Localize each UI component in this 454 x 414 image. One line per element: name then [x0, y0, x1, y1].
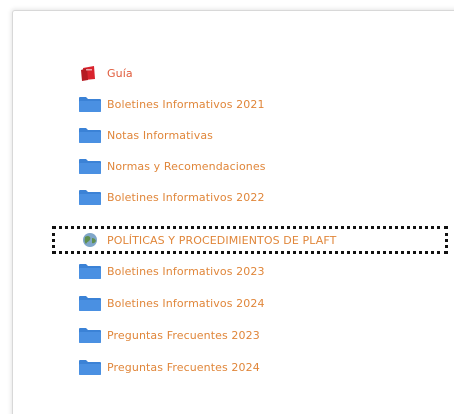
list-item-label: Boletines Informativos 2023: [107, 264, 265, 278]
list-item-boletines-2023[interactable]: Boletines Informativos 2023: [78, 261, 265, 281]
list-item-politicas-plaft[interactable]: POLÍTICAS Y PROCEDIMIENTOS DE PLAFT: [78, 230, 336, 250]
folder-icon: [78, 262, 102, 280]
list-item-notas-informativas[interactable]: Notas Informativas: [78, 125, 213, 145]
folder-icon: [78, 188, 102, 206]
folder-icon: [78, 326, 102, 344]
list-item-preguntas-2024[interactable]: Preguntas Frecuentes 2024: [78, 357, 260, 377]
list-item-label: Preguntas Frecuentes 2023: [107, 328, 260, 342]
list-item-label: Boletines Informativos 2022: [107, 190, 265, 204]
list-item-label: Notas Informativas: [107, 128, 213, 142]
list-item-boletines-2022[interactable]: Boletines Informativos 2022: [78, 187, 265, 207]
list-item-label: Boletines Informativos 2021: [107, 97, 265, 111]
list-item-normas-recomendaciones[interactable]: Normas y Recomendaciones: [78, 156, 266, 176]
folder-icon: [78, 358, 102, 376]
folder-icon: [78, 157, 102, 175]
list-item-boletines-2021[interactable]: Boletines Informativos 2021: [78, 94, 265, 114]
folder-icon: [78, 126, 102, 144]
list-item-label: POLÍTICAS Y PROCEDIMIENTOS DE PLAFT: [107, 233, 337, 247]
pdf-file-icon: [78, 64, 102, 82]
list-item-label: Guía: [107, 66, 133, 80]
list-item-guia[interactable]: Guía: [78, 63, 133, 83]
folder-icon: [78, 294, 102, 312]
list-item-label: Normas y Recomendaciones: [107, 159, 266, 173]
list-item-label: Boletines Informativos 2024: [107, 296, 265, 310]
list-item-label: Preguntas Frecuentes 2024: [107, 360, 260, 374]
list-item-preguntas-2023[interactable]: Preguntas Frecuentes 2023: [78, 325, 260, 345]
list-item-boletines-2024[interactable]: Boletines Informativos 2024: [78, 293, 265, 313]
folder-icon: [78, 95, 102, 113]
globe-link-icon: [78, 231, 102, 249]
